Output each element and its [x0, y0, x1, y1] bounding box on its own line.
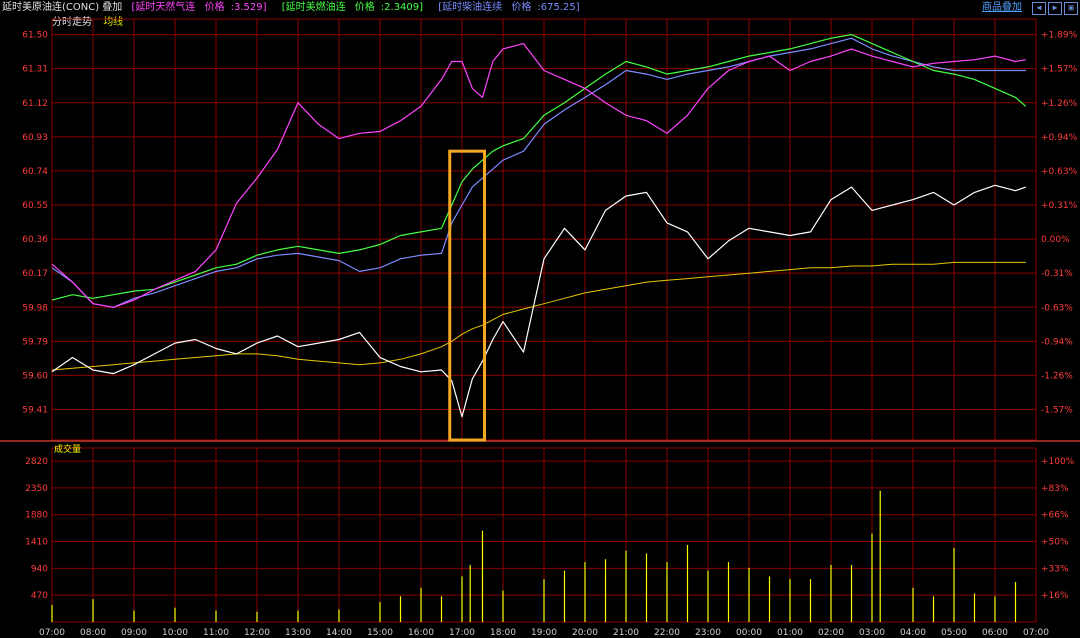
time-tick-label: 18:00	[490, 628, 516, 638]
volume-title: 成交量	[54, 443, 81, 455]
time-tick-label: 07:00	[39, 628, 65, 638]
pct-tick-label: +0.63%	[1041, 167, 1078, 177]
price-tick-label: 60.74	[22, 167, 48, 177]
pct-tick-label: 0.00%	[1041, 235, 1070, 245]
time-tick-label: 06:00	[982, 628, 1008, 638]
price-tick-label: 59.41	[22, 406, 48, 416]
pct-tick-label: -0.63%	[1041, 303, 1073, 313]
time-tick-label: 19:00	[531, 628, 557, 638]
pct-tick-label: -1.57%	[1041, 406, 1073, 416]
time-tick-label: 23:00	[695, 628, 721, 638]
time-tick-label: 09:00	[121, 628, 147, 638]
series-line-nat-gas[interactable]	[51, 42, 1026, 308]
price-tick-label: 60.93	[22, 133, 48, 143]
time-tick-label: 03:00	[859, 628, 885, 638]
pct-tick-label: -0.94%	[1041, 337, 1073, 347]
price-tick-label: 61.31	[22, 65, 48, 75]
volume-tick-label: 470	[31, 591, 48, 601]
time-tick-label: 05:00	[941, 628, 967, 638]
price-tick-label: 60.36	[22, 235, 48, 245]
time-tick-label: 02:00	[818, 628, 844, 638]
time-tick-label: 17:00	[449, 628, 475, 638]
time-tick-label: 14:00	[326, 628, 352, 638]
pct-tick-label: -1.26%	[1041, 371, 1073, 381]
pct-tick-label: +0.94%	[1041, 133, 1078, 143]
series-line-avg[interactable]	[51, 261, 1026, 371]
volume-pct-label: +83%	[1041, 484, 1069, 494]
series-line-main[interactable]	[51, 184, 1026, 418]
time-tick-label: 08:00	[80, 628, 106, 638]
time-tick-label: 07:00	[1023, 628, 1049, 638]
time-tick-label: 11:00	[203, 628, 229, 638]
pct-tick-label: +1.89%	[1041, 31, 1078, 41]
time-tick-label: 01:00	[777, 628, 803, 638]
price-tick-label: 61.50	[22, 31, 48, 41]
volume-pct-label: +16%	[1041, 591, 1069, 601]
time-tick-label: 13:00	[285, 628, 311, 638]
price-tick-label: 59.79	[22, 337, 48, 347]
series-line-diesel[interactable]	[51, 37, 1026, 308]
price-tick-label: 59.60	[22, 371, 48, 381]
pct-tick-label: -0.31%	[1041, 269, 1073, 279]
series-line-heating-oil[interactable]	[51, 33, 1027, 301]
intraday-chart[interactable]: 61.50 +1.89% 61.31 +1.57% 61.12 +1.26% 60.93 +0…	[0, 0, 1080, 638]
time-tick-label: 04:00	[900, 628, 926, 638]
time-tick-label: 20:00	[572, 628, 598, 638]
volume-pct-label: +33%	[1041, 564, 1069, 574]
volume-tick-label: 2350	[25, 484, 48, 494]
pct-tick-label: +0.31%	[1041, 201, 1078, 211]
price-tick-label: 60.55	[22, 201, 48, 211]
time-tick-label: 16:00	[408, 628, 434, 638]
price-tick-label: 59.98	[22, 303, 48, 313]
volume-tick-label: 1880	[25, 511, 48, 521]
volume-tick-label: 940	[31, 564, 48, 574]
volume-tick-label: 2820	[25, 457, 48, 467]
time-tick-label: 22:00	[654, 628, 680, 638]
price-tick-label: 60.17	[22, 269, 48, 279]
pct-tick-label: +1.26%	[1041, 99, 1078, 109]
pct-tick-label: +1.57%	[1041, 65, 1078, 75]
volume-pct-label: +50%	[1041, 538, 1069, 548]
price-tick-label: 61.12	[22, 99, 48, 109]
time-tick-label: 10:00	[162, 628, 188, 638]
volume-pct-label: +66%	[1041, 511, 1069, 521]
volume-tick-label: 1410	[25, 538, 48, 548]
time-tick-label: 00:00	[736, 628, 762, 638]
time-tick-label: 12:00	[244, 628, 270, 638]
volume-pct-label: +100%	[1041, 457, 1075, 467]
time-tick-label: 21:00	[613, 628, 639, 638]
time-tick-label: 15:00	[367, 628, 393, 638]
